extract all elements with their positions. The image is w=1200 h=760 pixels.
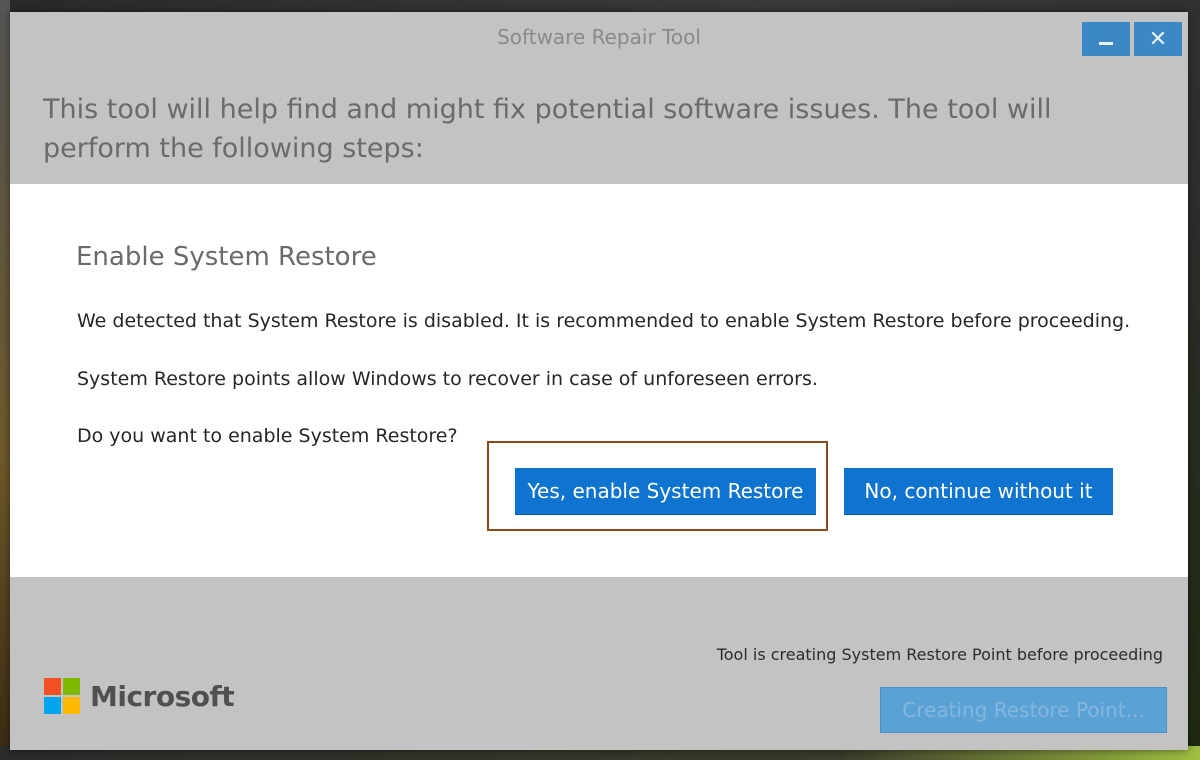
desktop-background-left [0,0,10,760]
logo-square-red [44,678,61,695]
software-repair-window: Software Repair Tool ✕ This tool will he… [10,12,1188,750]
panel-heading: Enable System Restore [76,242,377,272]
microsoft-logo: Microsoft [44,678,235,714]
logo-square-yellow [63,697,80,714]
footer: Microsoft Tool is creating System Restor… [10,577,1188,750]
creating-restore-point-button: Creating Restore Point... [880,687,1167,733]
title-bar: Software Repair Tool ✕ [10,12,1188,62]
logo-square-green [63,678,80,695]
minimize-icon [1099,41,1113,45]
status-text: Tool is creating System Restore Point be… [716,645,1163,664]
microsoft-brand-text: Microsoft [90,679,235,713]
disabled-notice-text: We detected that System Restore is disab… [77,310,1131,332]
microsoft-logo-icon [44,678,80,714]
intro-text: This tool will help find and might fix p… [43,94,1052,164]
close-button[interactable]: ✕ [1134,22,1182,56]
window-title: Software Repair Tool [497,25,701,49]
restore-explanation-text: System Restore points allow Windows to r… [77,368,818,390]
continue-without-button[interactable]: No, continue without it [844,468,1113,514]
system-restore-panel: Enable System Restore We detected that S… [10,184,1188,577]
logo-square-blue [44,697,61,714]
enable-system-restore-button[interactable]: Yes, enable System Restore [515,468,816,514]
close-icon: ✕ [1148,26,1168,52]
enable-question-text: Do you want to enable System Restore? [77,425,458,447]
minimize-button[interactable] [1082,22,1130,56]
